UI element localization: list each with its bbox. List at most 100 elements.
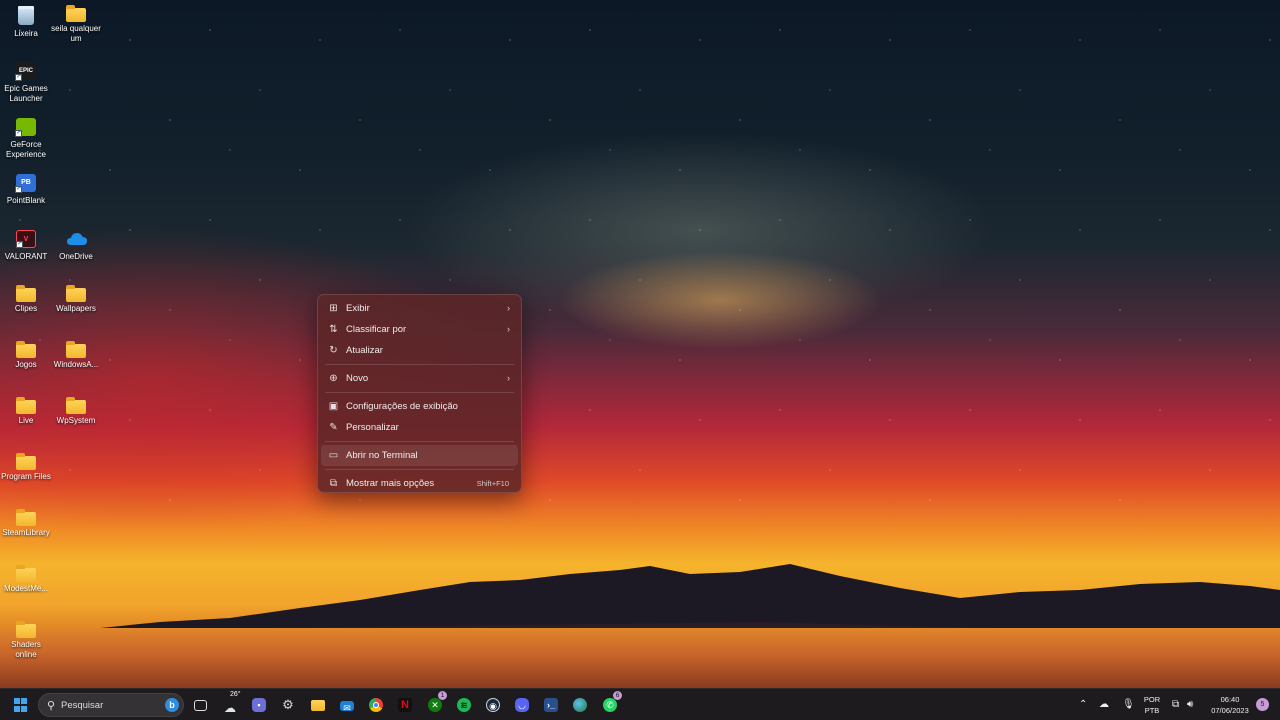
- chat-icon: ▪: [252, 698, 266, 712]
- start-button[interactable]: [9, 693, 33, 717]
- desktop-icon-modestme[interactable]: ModestMe...: [0, 565, 52, 594]
- teams-chat-button[interactable]: ▪: [247, 693, 271, 717]
- menu-item-mostrar-mais-opcoes[interactable]: ⧉ Mostrar mais opções Shift+F10: [321, 473, 518, 494]
- keyboard-shortcut: Shift+F10: [476, 479, 509, 488]
- volume-icon[interactable]: 🔊︎: [1187, 699, 1193, 711]
- network-icon[interactable]: ⧉: [1172, 699, 1179, 711]
- spotify-icon: ≋: [457, 698, 471, 712]
- widgets-weather-button[interactable]: 26° ☁: [218, 691, 242, 717]
- menu-item-label: Classificar por: [346, 324, 407, 335]
- folder-icon: [16, 621, 36, 638]
- mail-button[interactable]: ✉: [335, 693, 359, 717]
- chevron-right-icon: ›: [507, 373, 510, 383]
- desktop-wallpaper: [0, 0, 1280, 688]
- desktop-icon-label: WindowsA...: [53, 360, 99, 369]
- sort-icon: ⇅: [329, 324, 338, 335]
- taskbar-search[interactable]: ⚲ b: [38, 693, 184, 717]
- desktop-icon-label: Wallpapers: [56, 304, 96, 313]
- notification-center-badge[interactable]: 5: [1256, 698, 1269, 711]
- menu-item-novo[interactable]: ⊕ Novo ›: [321, 368, 518, 389]
- desktop-icon-clipes[interactable]: Clipes: [0, 285, 52, 314]
- epic-games-icon: EPIC ↗: [15, 62, 36, 81]
- desktop-icon-label: Jogos: [15, 360, 37, 369]
- chevron-right-icon: ›: [507, 303, 510, 313]
- spotify-button[interactable]: ≋: [452, 693, 476, 717]
- more-options-icon: ⧉: [329, 478, 338, 489]
- desktop-icon-live[interactable]: Live: [0, 397, 52, 426]
- steam-button[interactable]: ◉: [481, 693, 505, 717]
- xbox-icon: ✕: [428, 698, 442, 712]
- chrome-center-icon: [373, 702, 379, 708]
- xbox-button[interactable]: ✕ 1: [423, 691, 447, 717]
- menu-item-exibir[interactable]: ⊞ Exibir ›: [321, 298, 518, 319]
- folder-icon: [66, 341, 86, 358]
- menu-item-classificar-por[interactable]: ⇅ Classificar por ›: [321, 319, 518, 340]
- menu-item-abrir-terminal[interactable]: ▭ Abrir no Terminal: [321, 445, 518, 466]
- menu-item-label: Mostrar mais opções: [346, 478, 435, 489]
- desktop-icon-onedrive[interactable]: OneDrive: [50, 230, 102, 262]
- terminal-button[interactable]: ›_: [539, 693, 563, 717]
- desktop-icon-label: seila qualquer um: [51, 24, 101, 43]
- desktop-icon-label: Clipes: [14, 304, 38, 313]
- browser-globe-button[interactable]: [568, 693, 592, 717]
- clock[interactable]: 06:40 07/06/2023: [1204, 695, 1256, 715]
- netflix-icon: N: [398, 698, 412, 712]
- netflix-button[interactable]: N: [393, 693, 417, 717]
- desktop-icon-shaders-online[interactable]: Shaders online: [0, 621, 52, 660]
- microphone-icon[interactable]: 🎙︎: [1122, 699, 1135, 711]
- settings-button[interactable]: ⚙: [276, 693, 300, 717]
- desktop-icon-label: Shaders online: [11, 640, 41, 659]
- gear-icon: ⚙: [282, 697, 294, 712]
- desktop-icon-lixeira[interactable]: Lixeira: [0, 6, 52, 39]
- desktop-icon-jogos[interactable]: Jogos: [0, 341, 52, 370]
- language-indicator[interactable]: POR PTB: [1138, 695, 1166, 715]
- desktop-icon-label: Program Files: [1, 472, 51, 481]
- desktop-icon-epic-games[interactable]: EPIC ↗ Epic Games Launcher: [0, 62, 52, 104]
- task-view-button[interactable]: [189, 693, 213, 717]
- menu-separator: [325, 364, 514, 365]
- desktop-icon-valorant[interactable]: V ↗ VALORANT: [0, 230, 52, 262]
- desktop-icon-wallpapers[interactable]: Wallpapers: [50, 285, 102, 314]
- notification-badge: 1: [438, 691, 447, 700]
- desktop-icon-program-files[interactable]: Program Files: [0, 453, 52, 482]
- desktop-icon-pointblank[interactable]: PB ↗ PointBlank: [0, 174, 52, 206]
- taskbar: ⚲ b 26° ☁ ▪ ⚙ ✉ N ✕ 1 ≋ ◉ ◡ ›_: [0, 688, 1280, 720]
- desktop-icon-seila[interactable]: seila qualquer um: [50, 5, 102, 44]
- menu-separator: [325, 392, 514, 393]
- desktop-icon-label: VALORANT: [4, 252, 48, 261]
- desktop-icon-steamlibrary[interactable]: SteamLibrary: [0, 509, 52, 538]
- chevron-right-icon: ›: [507, 324, 510, 334]
- globe-icon: [573, 698, 587, 712]
- geforce-icon: ↗: [15, 118, 36, 137]
- file-explorer-button[interactable]: [306, 693, 330, 717]
- desktop-icon-windowsapps[interactable]: WindowsA...: [50, 341, 102, 370]
- chevron-up-icon[interactable]: ⌃: [1079, 699, 1087, 711]
- clock-date: 07/06/2023: [1211, 706, 1249, 715]
- mail-icon: ✉: [340, 701, 354, 713]
- display-settings-icon: ▣: [328, 401, 339, 412]
- menu-item-atualizar[interactable]: ↻ Atualizar: [321, 340, 518, 361]
- menu-item-label: Atualizar: [346, 345, 383, 356]
- menu-item-label: Exibir: [346, 303, 370, 314]
- clock-time: 06:40: [1220, 695, 1240, 704]
- cloud-weather-icon: ☁: [224, 701, 236, 715]
- discord-icon: ◡: [515, 698, 529, 712]
- discord-button[interactable]: ◡: [510, 693, 534, 717]
- chrome-button[interactable]: [364, 693, 388, 717]
- onedrive-tray-icon[interactable]: ☁: [1099, 699, 1109, 711]
- grid-view-icon: ⊞: [329, 303, 338, 314]
- folder-icon: [16, 453, 36, 470]
- folder-icon: [16, 285, 36, 302]
- desktop-icon-label: ModestMe...: [3, 584, 48, 593]
- desktop-icon-wpsystem[interactable]: WpSystem: [50, 397, 102, 426]
- desktop-icon-geforce[interactable]: ↗ GeForce Experience: [0, 118, 52, 160]
- search-input[interactable]: [61, 698, 161, 713]
- sea-water: [0, 628, 1280, 688]
- windows-logo-icon: [14, 698, 27, 712]
- menu-separator: [325, 469, 514, 470]
- desktop-icon-label: SteamLibrary: [2, 528, 50, 537]
- whatsapp-button[interactable]: ✆ 6: [598, 691, 622, 717]
- menu-item-personalizar[interactable]: ✎ Personalizar: [321, 417, 518, 438]
- folder-icon: [311, 700, 325, 711]
- menu-item-configuracoes-exibicao[interactable]: ▣ Configurações de exibição: [321, 396, 518, 417]
